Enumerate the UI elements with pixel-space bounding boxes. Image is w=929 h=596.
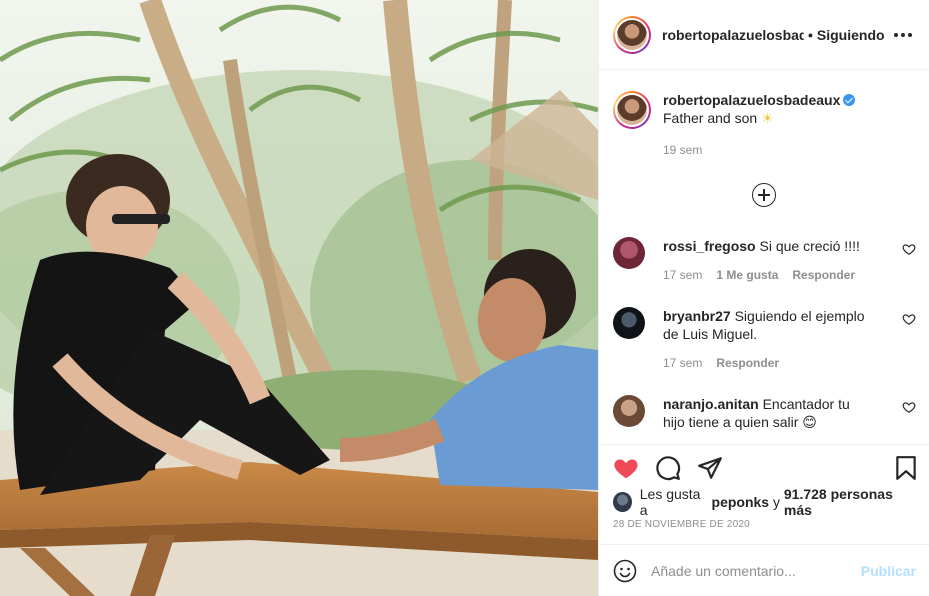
comment-icon[interactable] — [655, 455, 681, 481]
reply-button[interactable]: Responder — [716, 356, 779, 370]
post-caption: robertopalazuelosbadeaux Father and son … — [613, 91, 916, 159]
commenter-avatar[interactable] — [613, 307, 645, 339]
author-username[interactable]: robertopalazuelosbadeaux — [662, 27, 804, 43]
sun-emoji: ☀ — [761, 110, 774, 126]
likes-summary: Les gusta a peponks y 91.728 personas má… — [599, 486, 929, 518]
comment-username[interactable]: naranjo.anitan — [663, 396, 759, 412]
heart-icon[interactable] — [613, 455, 639, 481]
caption-text: Father and son — [663, 110, 758, 126]
commenter-avatar[interactable] — [613, 237, 645, 269]
instagram-post-view: robertopalazuelosbadeaux • Siguiendo rob… — [0, 0, 929, 596]
post-photo[interactable] — [0, 0, 598, 596]
caption-username[interactable]: robertopalazuelosbadeaux — [663, 92, 840, 108]
comment-username[interactable]: rossi_fregoso — [663, 238, 756, 254]
emoji-icon[interactable] — [613, 559, 637, 583]
comment-like-heart-icon[interactable] — [902, 242, 916, 256]
verified-badge-icon — [843, 94, 856, 106]
comment-like-heart-icon[interactable] — [902, 400, 916, 414]
more-icon[interactable] — [891, 23, 915, 47]
comment-item: bryanbr27 Siguiendo el ejemplo de Luis M… — [613, 307, 916, 372]
author-avatar[interactable] — [613, 15, 651, 54]
commenter-avatar[interactable] — [613, 395, 645, 427]
likes-prefix: Les gusta a — [639, 486, 701, 518]
plus-circle-icon[interactable] — [752, 183, 776, 207]
comment-like-heart-icon[interactable] — [902, 312, 916, 326]
comment-username[interactable]: bryanbr27 — [663, 308, 731, 324]
liker-avatar[interactable] — [613, 492, 632, 512]
post-button[interactable]: Publicar — [861, 563, 916, 579]
post-date[interactable]: 28 de noviembre de 2020 — [599, 519, 929, 530]
add-comment-bar: Publicar — [599, 544, 929, 596]
comment-item: rossi_fregoso Si que creció !!!! 17 sem 1… — [613, 237, 916, 284]
comment-meta: 17 sem 1 Me gusta Responder — [663, 266, 875, 284]
comment-time: 17 sem — [663, 268, 703, 282]
likes-count[interactable]: 91.728 personas más — [784, 486, 916, 518]
comments-list[interactable]: robertopalazuelosbadeaux Father and son … — [599, 71, 929, 444]
bookmark-icon[interactable] — [893, 455, 919, 481]
share-icon[interactable] — [697, 455, 723, 481]
photo-illustration — [0, 0, 598, 596]
liker-username[interactable]: peponks — [712, 494, 770, 510]
comment-item: naranjo.anitan Encantador tu hijo tiene … — [613, 395, 916, 431]
comment-text: Si que creció !!!! — [759, 238, 860, 254]
action-icons — [599, 445, 929, 491]
post-header: robertopalazuelosbadeaux • Siguiendo — [599, 0, 929, 70]
post-actions: Les gusta a peponks y 91.728 personas má… — [599, 444, 929, 530]
comment-time: 17 sem — [663, 356, 703, 370]
following-button[interactable]: Siguiendo — [817, 27, 885, 43]
comment-input[interactable] — [651, 562, 861, 579]
reply-button[interactable]: Responder — [792, 268, 855, 282]
post-side-panel: robertopalazuelosbadeaux • Siguiendo rob… — [598, 0, 929, 596]
comment-meta: 17 sem Responder — [663, 354, 875, 372]
header-separator: • — [808, 26, 813, 43]
comment-likes[interactable]: 1 Me gusta — [716, 268, 778, 282]
caption-time: 19 sem — [663, 143, 703, 157]
caption-avatar[interactable] — [613, 91, 651, 129]
likes-conjunction: y — [773, 494, 780, 510]
